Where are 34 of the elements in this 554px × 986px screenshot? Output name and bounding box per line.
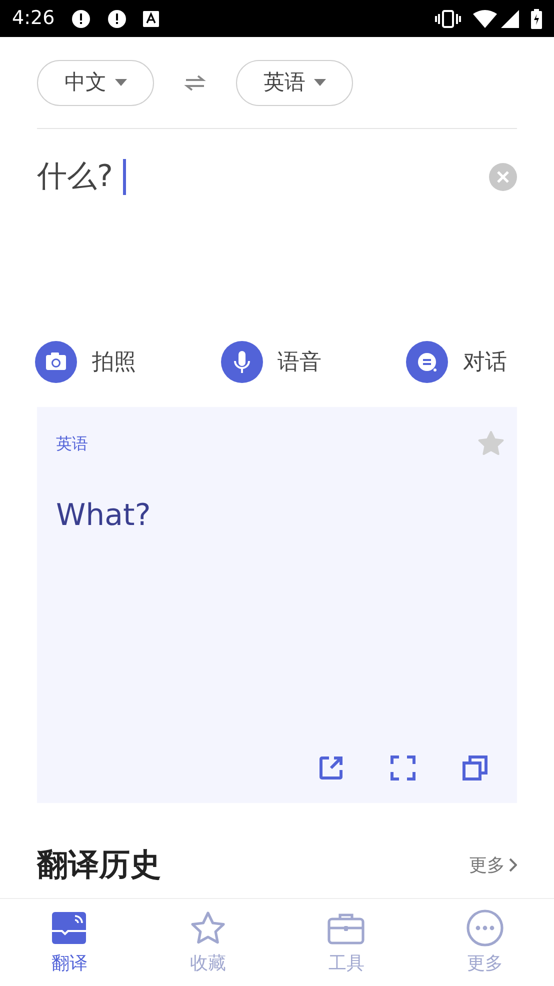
- translate-icon: [51, 910, 88, 944]
- battery-icon: [531, 8, 542, 28]
- result-language: 英语: [56, 433, 88, 455]
- fullscreen-icon[interactable]: [390, 755, 416, 781]
- favorite-star-icon[interactable]: [478, 431, 504, 457]
- star-icon: [188, 910, 227, 946]
- action-button[interactable]: 对话: [406, 341, 507, 383]
- wifi-icon: [473, 10, 497, 28]
- chevron-right-icon: [509, 858, 517, 872]
- translated-text: What?: [56, 497, 152, 535]
- more-icon: [466, 908, 504, 946]
- more-link[interactable]: 更多: [469, 852, 517, 878]
- share-icon[interactable]: [318, 755, 344, 781]
- camera-icon: [35, 341, 77, 383]
- history-title: 翻译历史: [37, 846, 161, 885]
- microphone-icon: [220, 341, 262, 383]
- signal-icon: [501, 10, 519, 28]
- action-button[interactable]: 拍照: [35, 341, 136, 383]
- copy-icon[interactable]: [462, 755, 488, 781]
- alert-icon: [70, 8, 91, 28]
- dropdown-caret-icon: [314, 79, 326, 86]
- nav-tab[interactable]: 翻译: [0, 908, 138, 976]
- vibrate-icon: [435, 8, 461, 28]
- swap-icon[interactable]: [184, 74, 206, 92]
- briefcase-icon: [327, 910, 366, 944]
- status-time: 4:26: [12, 6, 55, 32]
- source-language-dropdown[interactable]: 中文: [37, 60, 154, 106]
- keyboard-app-icon: [142, 10, 159, 26]
- chat-bubble-icon: [406, 341, 448, 383]
- dropdown-caret-icon: [114, 79, 126, 86]
- action-button[interactable]: 语音: [220, 341, 322, 383]
- input-field[interactable]: 什么?: [37, 129, 517, 329]
- alert-icon: [106, 8, 127, 28]
- target-language-dropdown[interactable]: 英语: [236, 60, 353, 106]
